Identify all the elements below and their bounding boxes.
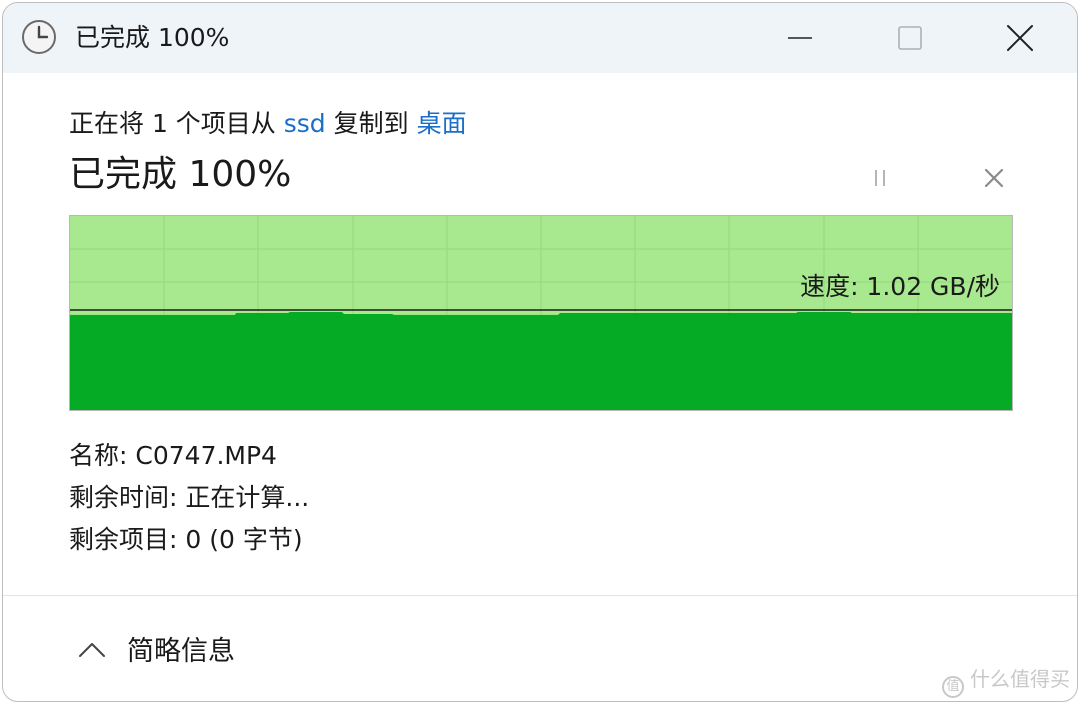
watermark: 值什么值得买 (942, 665, 1070, 698)
time-remaining-label: 剩余时间: (69, 483, 178, 512)
transferred-data-area (70, 312, 1012, 410)
items-remaining-label: 剩余项目: (69, 525, 178, 554)
watermark-logo-icon: 值 (942, 676, 964, 698)
footer-divider (3, 595, 1077, 596)
cancel-icon (984, 168, 1004, 188)
copy-progress-dialog: 已完成 100% 正在将 1 个项目从 ssd 复制到 桌面 已完成 100% (2, 2, 1078, 702)
source-link[interactable]: ssd (284, 109, 326, 138)
file-name-label: 名称: (69, 441, 128, 470)
pause-icon (875, 170, 885, 186)
minimize-icon (788, 37, 812, 39)
watermark-text: 什么值得买 (970, 667, 1070, 691)
pause-button[interactable] (863, 163, 897, 193)
items-remaining-value: 0 (0 字节) (185, 525, 303, 554)
fewer-details-label: 简略信息 (127, 636, 235, 667)
copy-middle: 复制到 (325, 109, 417, 138)
file-name-row: 名称: C0747.MP4 (69, 439, 277, 473)
transfer-speed-graph: 速度: 1.02 GB/秒 (69, 215, 1013, 411)
copy-prefix: 正在将 1 个项目从 (69, 109, 284, 138)
clock-icon (21, 19, 57, 55)
window-title: 已完成 100% (75, 23, 230, 52)
chevron-up-icon (77, 639, 107, 667)
minimize-button[interactable] (745, 3, 855, 73)
maximize-button[interactable] (855, 3, 965, 73)
close-button[interactable] (965, 3, 1075, 73)
time-remaining-value: 正在计算... (185, 483, 310, 512)
file-name-value: C0747.MP4 (135, 441, 277, 470)
items-remaining-row: 剩余项目: 0 (0 字节) (69, 523, 303, 557)
speed-label: 速度: 1.02 GB/秒 (800, 272, 1000, 301)
speed-graph-canvas (70, 216, 1012, 410)
destination-link[interactable]: 桌面 (417, 109, 467, 138)
progress-status: 已完成 100% (69, 154, 292, 195)
title-bar[interactable]: 已完成 100% (3, 3, 1077, 73)
copy-description: 正在将 1 个项目从 ssd 复制到 桌面 (69, 107, 467, 141)
close-icon (1007, 25, 1033, 51)
fewer-details-toggle[interactable]: 简略信息 (69, 627, 309, 675)
time-remaining-row: 剩余时间: 正在计算... (69, 481, 309, 515)
cancel-button[interactable] (977, 163, 1011, 193)
maximize-icon (898, 26, 922, 50)
